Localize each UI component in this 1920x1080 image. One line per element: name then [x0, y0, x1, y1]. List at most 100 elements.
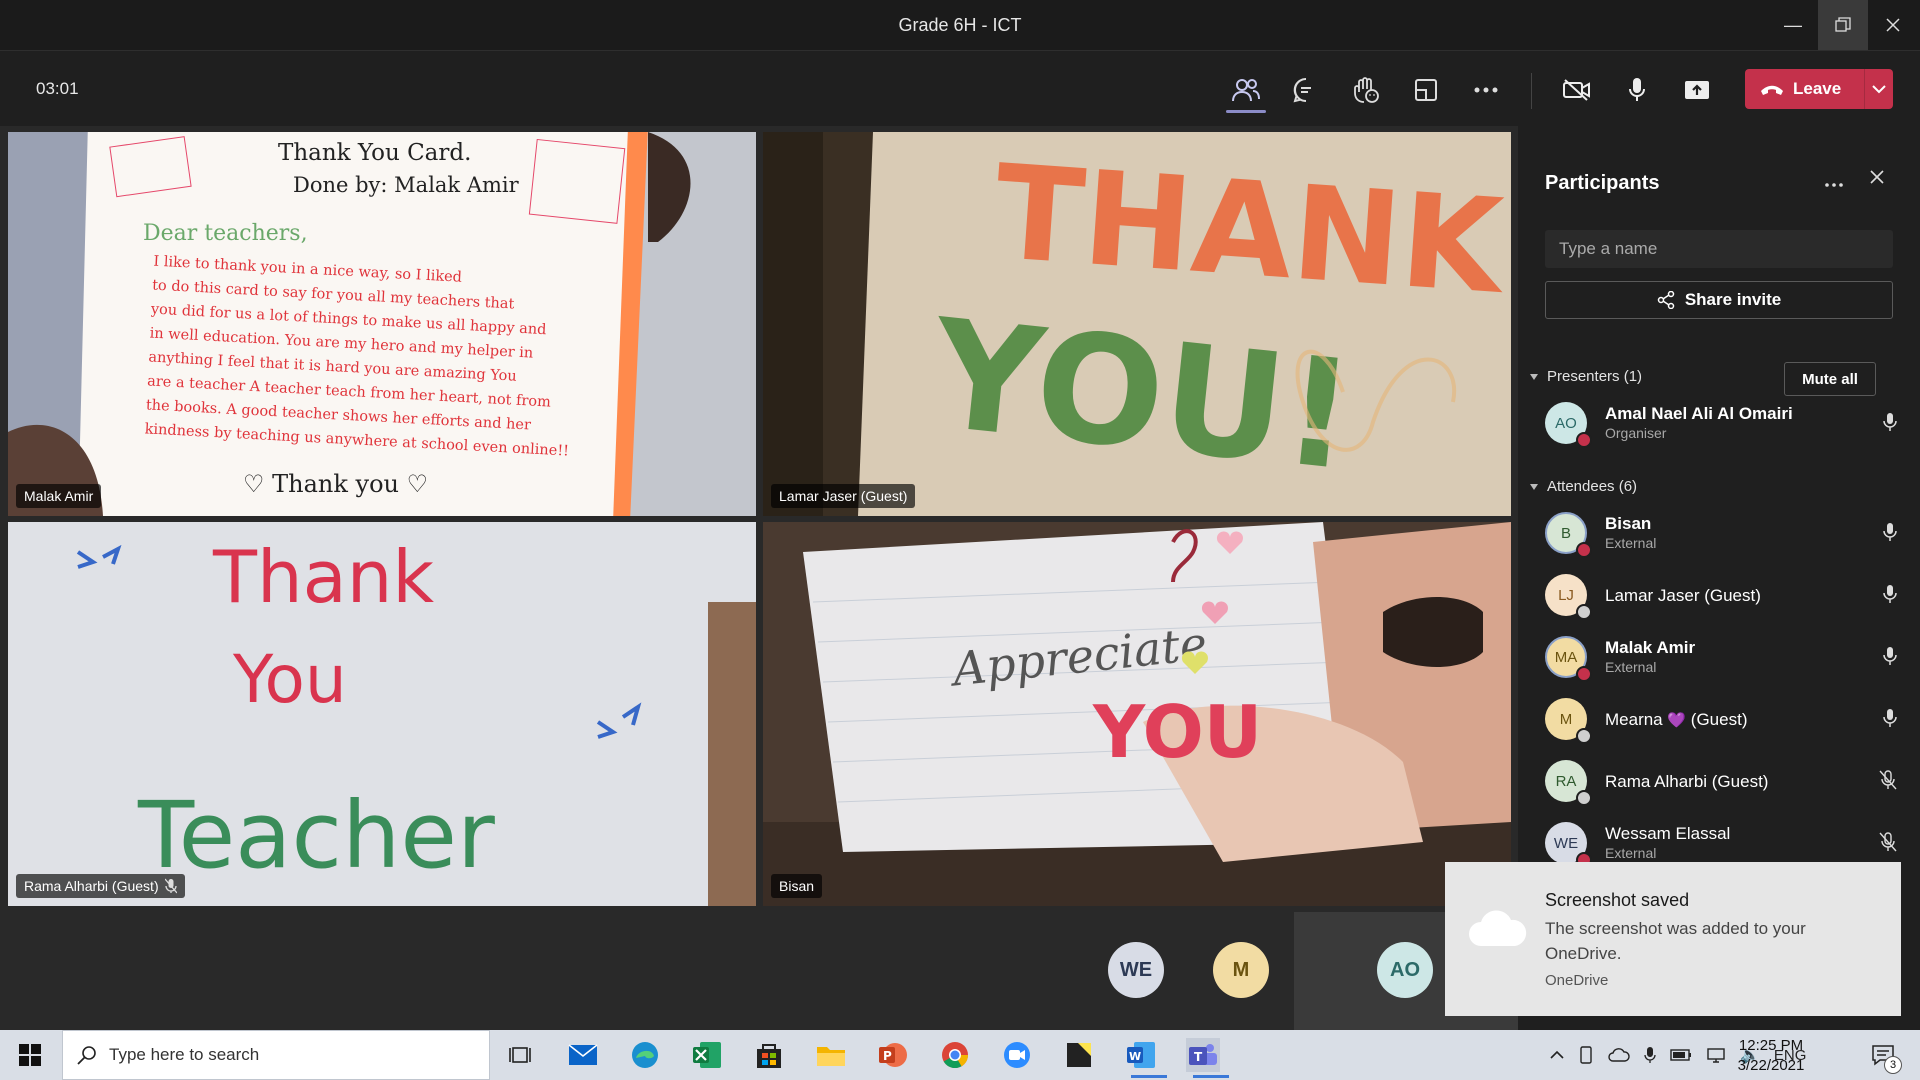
- participant-row[interactable]: LJ Lamar Jaser (Guest): [1545, 570, 1905, 624]
- sticky-notes-icon: [1067, 1043, 1091, 1067]
- panel-more-button[interactable]: [1825, 174, 1843, 192]
- zoom-app[interactable]: [1000, 1038, 1034, 1072]
- sticky-notes-app[interactable]: [1062, 1038, 1096, 1072]
- edge-app[interactable]: [628, 1038, 662, 1072]
- camera-toggle-button[interactable]: [1556, 71, 1598, 109]
- svg-text:T: T: [1194, 1050, 1203, 1064]
- meeting-toolbar: 03:01 Leave: [0, 51, 1920, 126]
- close-window-button[interactable]: [1868, 0, 1918, 50]
- avatar[interactable]: M: [1213, 942, 1269, 998]
- word-app[interactable]: W: [1124, 1038, 1158, 1072]
- taskbar-search-input[interactable]: Type here to search: [62, 1030, 490, 1080]
- participant-row[interactable]: MA Malak Amir External: [1545, 632, 1905, 686]
- caret-down-icon: [1530, 483, 1538, 490]
- participant-row[interactable]: AO Amal Nael Ali Al Omairi Organiser: [1545, 398, 1905, 452]
- presence-status-icon: [1576, 790, 1592, 806]
- powerpoint-icon: P: [879, 1043, 907, 1067]
- device-icon[interactable]: [1578, 1046, 1594, 1064]
- participant-name: Wessam Elassal: [1605, 824, 1731, 843]
- avatar[interactable]: WE: [1108, 942, 1164, 998]
- microphone-icon: [1883, 709, 1897, 727]
- chrome-app[interactable]: [938, 1038, 972, 1072]
- close-panel-button[interactable]: [1869, 169, 1885, 190]
- battery-icon[interactable]: [1670, 1049, 1692, 1061]
- taskbar-clock[interactable]: 12:25 PM 3/22/2021: [1726, 1036, 1816, 1076]
- more-icon: [1474, 87, 1498, 93]
- reactions-button[interactable]: [1345, 71, 1387, 109]
- participant-row[interactable]: RA Rama Alharbi (Guest): [1545, 756, 1905, 810]
- cloud-icon: [1469, 910, 1527, 946]
- mail-icon: [568, 1044, 598, 1065]
- participant-role: External: [1605, 659, 1657, 675]
- rooms-button[interactable]: [1405, 71, 1447, 109]
- leave-button[interactable]: Leave: [1745, 69, 1893, 109]
- restore-button[interactable]: [1818, 0, 1868, 50]
- minimize-button[interactable]: —: [1768, 0, 1818, 50]
- store-icon: [757, 1044, 781, 1068]
- participant-name-tag: Lamar Jaser (Guest): [771, 484, 916, 508]
- show-participants-button[interactable]: [1225, 71, 1267, 113]
- onedrive-icon[interactable]: [1608, 1047, 1630, 1063]
- leave-options-button[interactable]: [1865, 84, 1893, 94]
- more-actions-button[interactable]: [1465, 71, 1507, 109]
- participant-role: Organiser: [1605, 425, 1667, 441]
- mute-all-button[interactable]: Mute all: [1784, 362, 1876, 396]
- chevron-down-icon: [1872, 85, 1886, 94]
- raise-hand-icon: [1354, 77, 1379, 103]
- chrome-icon: [942, 1042, 969, 1069]
- video-tile[interactable]: THANK YOU! Lamar Jaser (Guest): [763, 132, 1511, 516]
- teams-app[interactable]: T: [1186, 1038, 1220, 1072]
- attendees-section-toggle[interactable]: Attendees (6): [1529, 478, 1637, 495]
- microphone-icon: [1883, 413, 1897, 431]
- microphone-icon[interactable]: [1644, 1046, 1656, 1064]
- excel-icon: [693, 1042, 721, 1068]
- muted-mic-icon: [164, 878, 177, 894]
- svg-text:W: W: [1129, 1050, 1141, 1063]
- presenters-section-toggle[interactable]: Presenters (1): [1529, 368, 1642, 385]
- network-icon[interactable]: [1706, 1047, 1726, 1063]
- excel-app[interactable]: [690, 1038, 724, 1072]
- participant-name-tag: Malak Amir: [16, 484, 102, 508]
- video-feed: Thank You Card. Done by: Malak Amir Dear…: [8, 132, 756, 516]
- mail-app[interactable]: [566, 1038, 600, 1072]
- task-view-icon: [509, 1047, 531, 1063]
- card-byline: Done by: Malak Amir: [293, 173, 520, 197]
- title-bar: Grade 6H - ICT —: [0, 0, 1920, 51]
- file-explorer-app[interactable]: [814, 1038, 848, 1072]
- store-app[interactable]: [752, 1038, 786, 1072]
- share-screen-icon: [1685, 81, 1709, 99]
- share-invite-button[interactable]: Share invite: [1545, 281, 1893, 319]
- powerpoint-app[interactable]: P: [876, 1038, 910, 1072]
- share-content-button[interactable]: [1676, 71, 1718, 109]
- task-view-button[interactable]: [503, 1038, 537, 1072]
- action-center-button[interactable]: 3: [1866, 1038, 1902, 1074]
- microphone-icon: [1883, 523, 1897, 541]
- screenshot-toast[interactable]: Screenshot saved The screenshot was adde…: [1445, 862, 1901, 1016]
- microphone-icon: [1883, 647, 1897, 665]
- presence-status-icon: [1576, 728, 1592, 744]
- video-tile[interactable]: Thank You Teacher Rama Alharbi (Guest): [8, 522, 756, 906]
- notification-count: 3: [1884, 1056, 1902, 1074]
- start-button[interactable]: [13, 1038, 47, 1072]
- caret-down-icon: [1530, 373, 1538, 380]
- participant-role: External: [1605, 845, 1657, 861]
- presence-status-icon: [1576, 542, 1592, 558]
- muted-mic-icon: [1879, 832, 1897, 852]
- video-tile[interactable]: Thank You Card. Done by: Malak Amir Dear…: [8, 132, 756, 516]
- participant-row[interactable]: M Mearna 💜 (Guest): [1545, 694, 1905, 748]
- search-icon: [77, 1046, 96, 1065]
- card-closing: ♡ Thank you ♡: [243, 470, 428, 498]
- participant-row[interactable]: B Bisan External: [1545, 508, 1905, 562]
- participant-search-input[interactable]: Type a name: [1545, 230, 1893, 268]
- video-feed: THANK YOU!: [763, 132, 1511, 516]
- avatar[interactable]: AO: [1377, 942, 1433, 998]
- participant-name: Mearna 💜 (Guest): [1605, 710, 1748, 729]
- card-title: Thank You Card.: [278, 140, 471, 166]
- video-tile[interactable]: Appreciate YOU Bisan: [763, 522, 1511, 906]
- leave-main[interactable]: Leave: [1745, 69, 1865, 109]
- card-word: Teacher: [137, 782, 495, 889]
- chat-button[interactable]: [1285, 71, 1327, 109]
- microphone-toggle-button[interactable]: [1616, 71, 1658, 109]
- chevron-up-icon[interactable]: [1550, 1050, 1564, 1060]
- word-icon: W: [1127, 1042, 1155, 1068]
